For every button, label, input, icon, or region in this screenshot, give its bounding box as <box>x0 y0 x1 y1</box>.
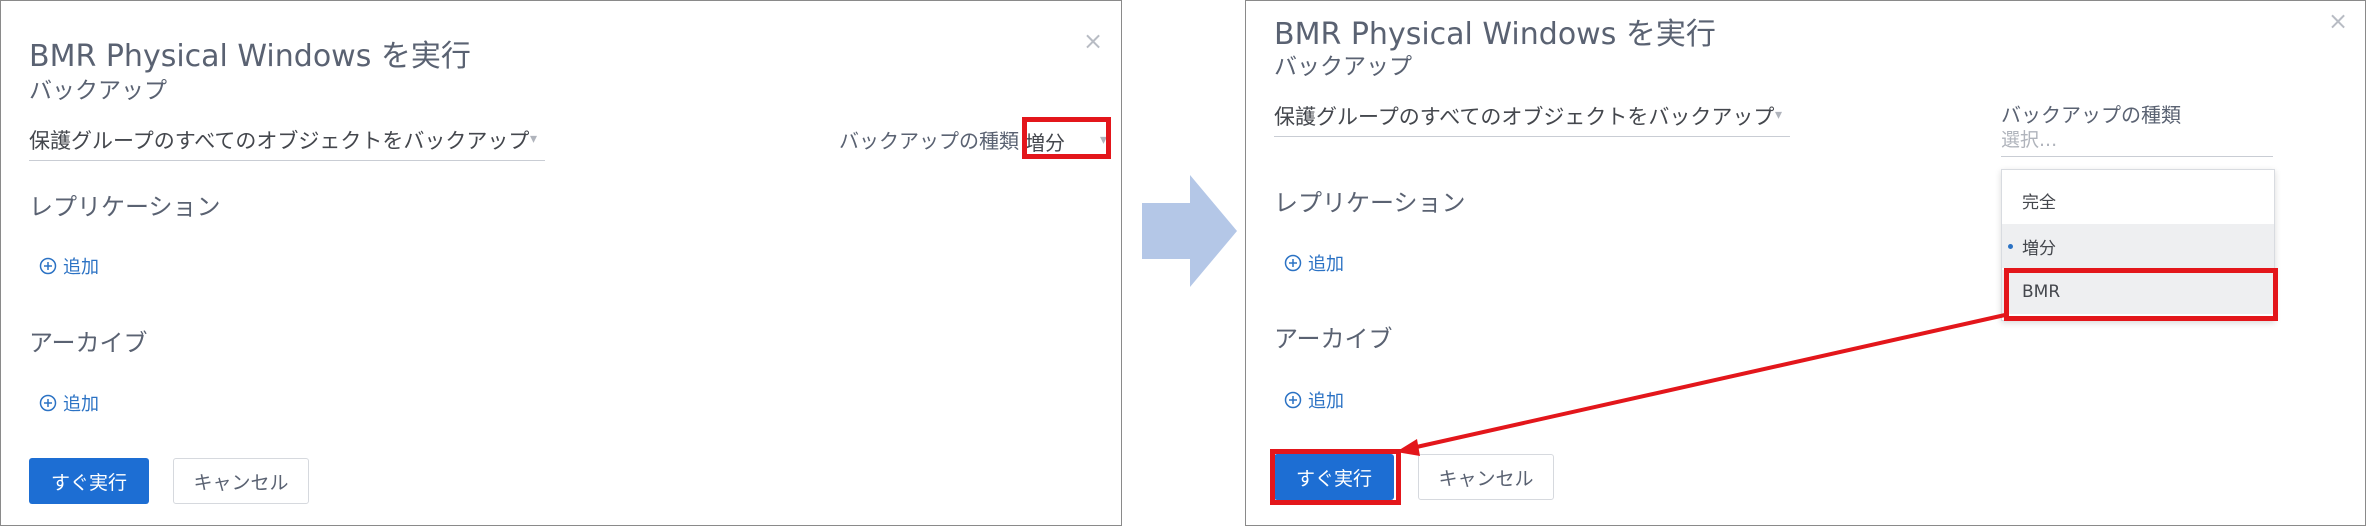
backup-type-placeholder: 選択... <box>2001 129 2058 151</box>
plus-circle-icon <box>39 394 57 412</box>
replication-heading: レプリケーション <box>1274 189 1466 217</box>
chevron-down-icon: ▾ <box>529 131 537 147</box>
backup-type-select[interactable]: 選択... <box>2001 125 2273 157</box>
backup-type-label: バックアップの種類 <box>2001 103 2181 127</box>
replication-add-link[interactable]: 追加 <box>1284 250 1344 276</box>
selected-dot-icon <box>2008 244 2013 249</box>
archive-add-link[interactable]: 追加 <box>1284 387 1344 413</box>
plus-circle-icon <box>1284 391 1302 409</box>
dropdown-option-full[interactable]: 完全 <box>2002 178 2274 222</box>
close-icon[interactable]: × <box>2328 7 2348 35</box>
backup-scope-select[interactable]: 保護グループのすべてのオブジェクトをバックアップ ▾ <box>29 125 545 161</box>
cancel-button[interactable]: キャンセル <box>1418 454 1554 500</box>
dialog-subtitle: バックアップ <box>1274 54 1412 80</box>
replication-heading: レプリケーション <box>29 193 221 221</box>
plus-circle-icon <box>39 257 57 275</box>
backup-scope-value: 保護グループのすべてのオブジェクトをバックアップ <box>29 129 530 153</box>
archive-add-label: 追加 <box>63 394 99 415</box>
archive-add-label: 追加 <box>1308 391 1344 412</box>
transition-arrow-icon <box>1142 175 1237 287</box>
plus-circle-icon <box>1284 254 1302 272</box>
archive-add-link[interactable]: 追加 <box>39 390 99 416</box>
highlight-box-run-now <box>1270 449 1401 505</box>
run-backup-dialog-right: BMR Physical Windows を実行 バックアップ × 保護グループ… <box>1245 0 2366 526</box>
archive-heading: アーカイブ <box>29 329 148 357</box>
close-icon[interactable]: × <box>1083 27 1103 55</box>
highlight-box-backup-type <box>1022 117 1111 159</box>
chevron-down-icon: ▾ <box>1774 107 1782 123</box>
dropdown-option-incremental-label: 増分 <box>2022 238 2056 259</box>
run-now-button[interactable]: すぐ実行 <box>29 458 149 504</box>
backup-scope-select[interactable]: 保護グループのすべてのオブジェクトをバックアップ ▾ <box>1274 101 1790 137</box>
highlight-box-bmr-option <box>2004 268 2278 321</box>
dialog-title: BMR Physical Windows を実行 <box>29 39 471 74</box>
backup-scope-value: 保護グループのすべてのオブジェクトをバックアップ <box>1274 105 1775 129</box>
dialog-subtitle: バックアップ <box>29 78 167 104</box>
run-backup-dialog-left: BMR Physical Windows を実行 バックアップ × 保護グループ… <box>0 0 1122 526</box>
replication-add-label: 追加 <box>63 257 99 278</box>
backup-type-label: バックアップの種類 <box>839 129 1019 153</box>
archive-heading: アーカイブ <box>1274 325 1393 353</box>
dropdown-option-incremental[interactable]: 増分 <box>2002 224 2274 268</box>
cancel-button[interactable]: キャンセル <box>173 458 309 504</box>
replication-add-label: 追加 <box>1308 254 1344 275</box>
replication-add-link[interactable]: 追加 <box>39 253 99 279</box>
